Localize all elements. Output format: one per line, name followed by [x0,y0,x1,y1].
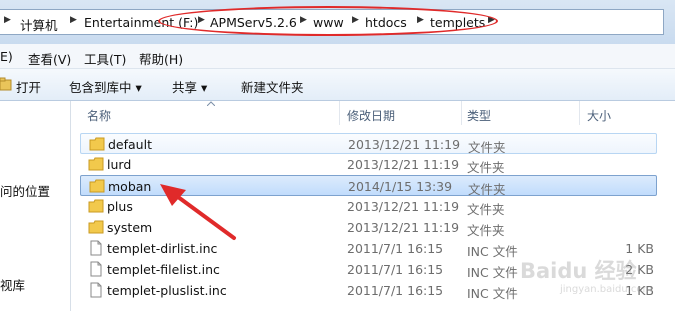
menu-edit[interactable]: E) [0,49,13,64]
column-header-size[interactable]: 大小 [587,107,611,124]
folder-icon [88,157,104,171]
file-date: 2014/1/15 13:39 [348,179,453,194]
open-icon [0,77,12,91]
folder-icon [88,199,104,213]
file-row-selected[interactable]: moban 2014/1/15 13:39 文件夹 [80,175,657,197]
include-in-library-button[interactable]: 包含到库中 ▾ [69,77,142,96]
new-folder-button[interactable]: 新建文件夹 [241,77,304,96]
breadcrumb-computer[interactable]: 计算机 [20,15,58,34]
chevron-right-icon[interactable]: ▶ [352,15,359,25]
file-name: moban [108,179,152,194]
column-header-name[interactable]: 名称 [87,107,111,124]
file-row[interactable]: lurd 2013/12/21 11:19 文件夹 [80,154,657,175]
menu-tools[interactable]: 工具(T) [84,49,126,68]
breadcrumb-drive[interactable]: Entertainment (F:) [84,15,198,30]
share-button[interactable]: 共享 ▾ [172,77,207,96]
breadcrumb-www[interactable]: www [313,15,344,30]
file-row[interactable]: system 2013/12/21 11:19 文件夹 [80,217,657,238]
file-row[interactable]: default 2013/12/21 11:19 文件夹 [80,133,657,155]
file-size: 1 KB [625,241,654,256]
file-type: 文件夹 [467,202,505,217]
folder-icon [89,179,105,193]
file-date: 2013/12/21 11:19 [347,220,460,235]
file-name: system [107,220,153,235]
breadcrumb-htdocs[interactable]: htdocs [365,15,407,30]
menu-view[interactable]: 查看(V) [28,49,71,68]
breadcrumb[interactable]: ▶ 计算机 ▶ Entertainment (F:) ▶ APMServ5.2.… [0,9,664,35]
file-name: templet-pluslist.inc [107,283,227,298]
folder-icon [89,137,105,151]
nav-item-video-library[interactable]: 视库 [0,275,25,294]
file-type: INC 文件 [467,265,518,280]
breadcrumb-apmserv[interactable]: APMServ5.2.6 [210,15,297,30]
column-divider[interactable] [461,101,462,125]
command-bar: 打开 包含到库中 ▾ 共享 ▾ 新建文件夹 [0,69,675,101]
folder-icon [88,220,104,234]
file-name: templet-dirlist.inc [107,241,218,256]
address-bar: ▶ 计算机 ▶ Entertainment (F:) ▶ APMServ5.2.… [0,0,675,44]
file-date: 2013/12/21 11:19 [347,157,460,172]
column-headers: 名称 修改日期 类型 大小 [71,101,675,125]
file-icon [90,261,102,277]
nav-item-recent-places[interactable]: 问的位置 [0,181,50,200]
file-name: templet-filelist.inc [107,262,220,277]
file-type: INC 文件 [467,244,518,259]
file-date: 2013/12/21 11:19 [347,199,460,214]
chevron-right-icon[interactable]: ▶ [300,15,307,25]
chevron-right-icon[interactable]: ▶ [70,15,77,25]
file-icon [90,282,102,298]
chevron-right-icon[interactable]: ▶ [417,15,424,25]
column-header-date[interactable]: 修改日期 [347,107,395,124]
baidu-watermark-url: jingyan.baidu.com [560,284,653,295]
baidu-watermark: Baidu 经验 [520,259,637,283]
file-name: default [108,137,152,152]
breadcrumb-templets[interactable]: templets [430,15,485,30]
chevron-right-icon[interactable]: ▶ [198,15,205,25]
navigation-pane: 问的位置 视库 [0,101,71,311]
sort-ascending-icon [207,101,215,106]
menu-help[interactable]: 帮助(H) [139,49,183,68]
file-date: 2011/7/1 16:15 [347,283,444,298]
file-date: 2011/7/1 16:15 [347,262,444,277]
column-divider[interactable] [339,101,340,125]
file-date: 2011/7/1 16:15 [347,241,444,256]
chevron-right-icon[interactable]: ▶ [488,15,495,25]
chevron-right-icon[interactable]: ▶ [4,15,11,25]
menu-bar: E) 查看(V) 工具(T) 帮助(H) [0,44,675,69]
column-divider[interactable] [579,101,580,125]
file-type: INC 文件 [467,286,518,301]
file-type: 文件夹 [467,223,505,238]
file-date: 2013/12/21 11:19 [348,137,461,152]
column-header-type[interactable]: 类型 [467,107,491,124]
file-row[interactable]: plus 2013/12/21 11:19 文件夹 [80,196,657,217]
file-icon [90,240,102,256]
file-name: lurd [107,157,132,172]
file-type: 文件夹 [467,160,505,175]
open-button[interactable]: 打开 [16,77,41,96]
file-name: plus [107,199,133,214]
